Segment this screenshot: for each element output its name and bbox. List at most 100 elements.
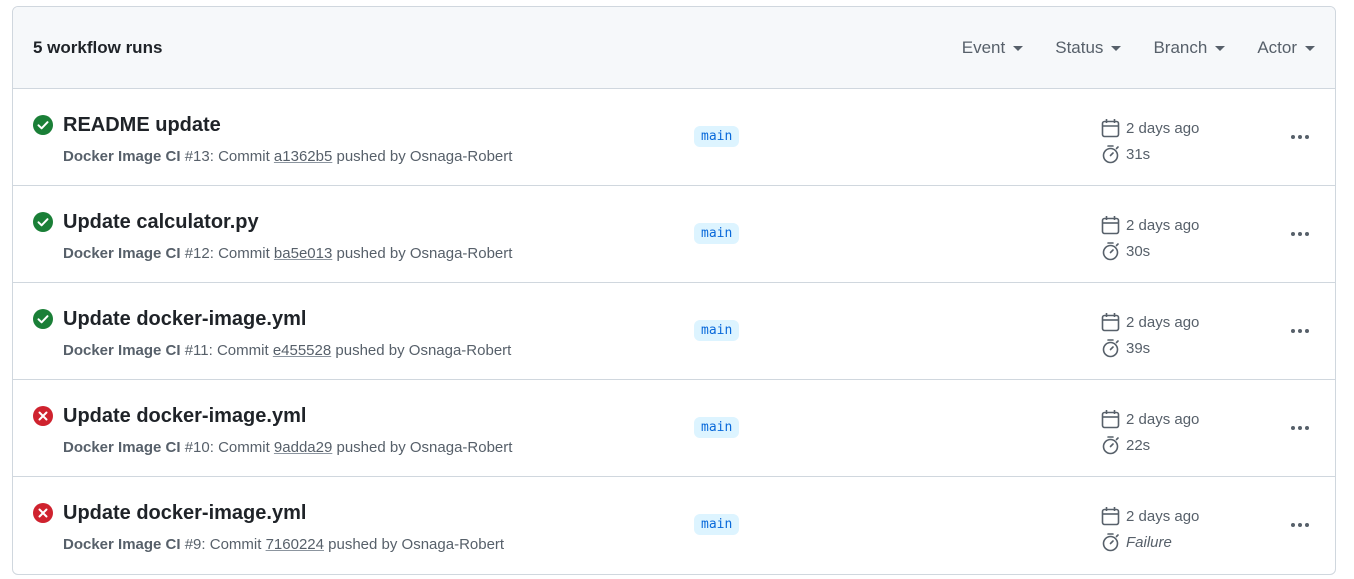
commit-sha-link[interactable]: e455528 bbox=[273, 342, 331, 359]
stopwatch-icon bbox=[1102, 242, 1119, 261]
kebab-dot bbox=[1291, 426, 1295, 430]
pushed-by: pushed by Osnaga-Robert bbox=[331, 342, 512, 359]
calendar-icon bbox=[1101, 119, 1120, 138]
stopwatch-icon bbox=[1102, 436, 1119, 455]
branch-label[interactable]: main bbox=[694, 417, 740, 438]
workflow-run-row: Update docker-image.yml Docker Image CI … bbox=[13, 380, 1335, 477]
runs-header: 5 workflow runs Event Status Branch Acto… bbox=[13, 7, 1335, 89]
pushed-by: pushed by Osnaga-Robert bbox=[332, 439, 513, 456]
kebab-dot bbox=[1305, 232, 1309, 236]
chevron-down-icon bbox=[1111, 46, 1122, 51]
kebab-dot bbox=[1305, 135, 1309, 139]
run-meta: Docker Image CI #11: Commit e455528 push… bbox=[63, 342, 511, 359]
x-circle-icon bbox=[33, 406, 53, 426]
calendar-icon bbox=[1101, 216, 1120, 235]
workflow-runs-panel: 5 workflow runs Event Status Branch Acto… bbox=[12, 6, 1336, 575]
chevron-down-icon bbox=[1215, 46, 1226, 51]
chevron-down-icon bbox=[1305, 46, 1315, 51]
more-options-button[interactable] bbox=[1285, 416, 1315, 440]
run-title-link[interactable]: README update bbox=[63, 114, 221, 137]
kebab-dot bbox=[1291, 523, 1295, 527]
actor-filter-dropdown[interactable]: Actor bbox=[1257, 38, 1315, 58]
run-time-ago: 2 days ago bbox=[1126, 313, 1200, 331]
x-circle-icon bbox=[33, 503, 53, 523]
kebab-dot bbox=[1305, 523, 1309, 527]
event-filter-label: Event bbox=[961, 37, 1006, 57]
kebab-dot bbox=[1291, 232, 1295, 236]
run-number: #12 bbox=[184, 245, 210, 262]
commit-prefix: : Commit bbox=[209, 439, 274, 456]
run-timing: 2 days ago 39s bbox=[1101, 309, 1199, 361]
run-meta: Docker Image CI #10: Commit 9adda29 push… bbox=[63, 439, 512, 456]
run-duration: 22s bbox=[1126, 436, 1151, 454]
commit-prefix: : Commit bbox=[208, 342, 273, 359]
filter-bar: Event Status Branch Actor bbox=[930, 38, 1315, 58]
status-filter-label: Status bbox=[1055, 37, 1104, 57]
stopwatch-icon bbox=[1102, 533, 1119, 552]
run-time-ago: 2 days ago bbox=[1126, 119, 1200, 137]
commit-prefix: : Commit bbox=[209, 245, 274, 262]
kebab-dot bbox=[1298, 232, 1302, 236]
workflow-name: Docker Image CI bbox=[63, 439, 181, 456]
run-title-link[interactable]: Update docker-image.yml bbox=[63, 308, 306, 331]
run-title-link[interactable]: Update docker-image.yml bbox=[63, 405, 306, 428]
kebab-dot bbox=[1305, 426, 1309, 430]
event-filter-dropdown[interactable]: Event bbox=[961, 37, 1024, 58]
status-filter-dropdown[interactable]: Status bbox=[1055, 37, 1122, 58]
kebab-dot bbox=[1298, 135, 1302, 139]
workflow-run-row: Update calculator.py Docker Image CI #12… bbox=[13, 186, 1335, 283]
workflow-name: Docker Image CI bbox=[63, 148, 181, 165]
more-options-button[interactable] bbox=[1285, 222, 1315, 246]
run-meta: Docker Image CI #13: Commit a1362b5 push… bbox=[63, 148, 512, 165]
kebab-dot bbox=[1291, 135, 1295, 139]
workflow-run-row: Update docker-image.yml Docker Image CI … bbox=[13, 283, 1335, 380]
pushed-by: pushed by Osnaga-Robert bbox=[332, 148, 513, 165]
kebab-dot bbox=[1305, 329, 1309, 333]
calendar-icon bbox=[1101, 410, 1120, 429]
run-title-link[interactable]: Update calculator.py bbox=[63, 211, 259, 234]
run-number: #13 bbox=[184, 148, 210, 165]
run-title-link[interactable]: Update docker-image.yml bbox=[63, 502, 306, 525]
more-options-button[interactable] bbox=[1285, 513, 1315, 537]
commit-sha-link[interactable]: a1362b5 bbox=[274, 148, 332, 165]
run-time-ago: 2 days ago bbox=[1126, 507, 1200, 525]
commit-sha-link[interactable]: 9adda29 bbox=[274, 439, 332, 456]
more-options-button[interactable] bbox=[1285, 125, 1315, 149]
run-timing: 2 days ago Failure bbox=[1101, 503, 1199, 555]
check-circle-icon bbox=[33, 309, 53, 329]
pushed-by: pushed by Osnaga-Robert bbox=[332, 245, 513, 262]
run-timing: 2 days ago 22s bbox=[1101, 406, 1199, 458]
check-circle-icon bbox=[33, 212, 53, 232]
commit-sha-link[interactable]: 7160224 bbox=[266, 536, 324, 553]
more-options-button[interactable] bbox=[1285, 319, 1315, 343]
kebab-dot bbox=[1298, 329, 1302, 333]
run-time-ago: 2 days ago bbox=[1126, 410, 1200, 428]
branch-label[interactable]: main bbox=[694, 320, 740, 341]
workflow-name: Docker Image CI bbox=[63, 245, 181, 262]
run-duration: 39s bbox=[1126, 339, 1151, 357]
workflow-name: Docker Image CI bbox=[63, 536, 181, 553]
stopwatch-icon bbox=[1102, 145, 1119, 164]
calendar-icon bbox=[1101, 313, 1120, 332]
run-number: #9 bbox=[184, 536, 202, 553]
commit-prefix: : Commit bbox=[209, 148, 274, 165]
commit-sha-link[interactable]: ba5e013 bbox=[274, 245, 332, 262]
commit-prefix: : Commit bbox=[201, 536, 266, 553]
run-timing: 2 days ago 31s bbox=[1101, 115, 1199, 167]
workflow-run-count: 5 workflow runs bbox=[33, 37, 163, 57]
chevron-down-icon bbox=[1013, 46, 1024, 51]
calendar-icon bbox=[1101, 507, 1120, 526]
branch-filter-dropdown[interactable]: Branch bbox=[1153, 37, 1226, 58]
pushed-by: pushed by Osnaga-Robert bbox=[323, 536, 505, 553]
run-number: #11 bbox=[184, 342, 209, 359]
kebab-dot bbox=[1298, 426, 1302, 430]
kebab-dot bbox=[1298, 523, 1302, 527]
branch-label[interactable]: main bbox=[694, 223, 740, 244]
run-duration: 30s bbox=[1126, 242, 1151, 260]
branch-label[interactable]: main bbox=[694, 126, 740, 147]
run-number: #10 bbox=[184, 439, 210, 456]
run-timing: 2 days ago 30s bbox=[1101, 212, 1199, 264]
run-time-ago: 2 days ago bbox=[1126, 216, 1200, 234]
branch-label[interactable]: main bbox=[694, 514, 740, 535]
branch-filter-label: Branch bbox=[1153, 37, 1208, 57]
